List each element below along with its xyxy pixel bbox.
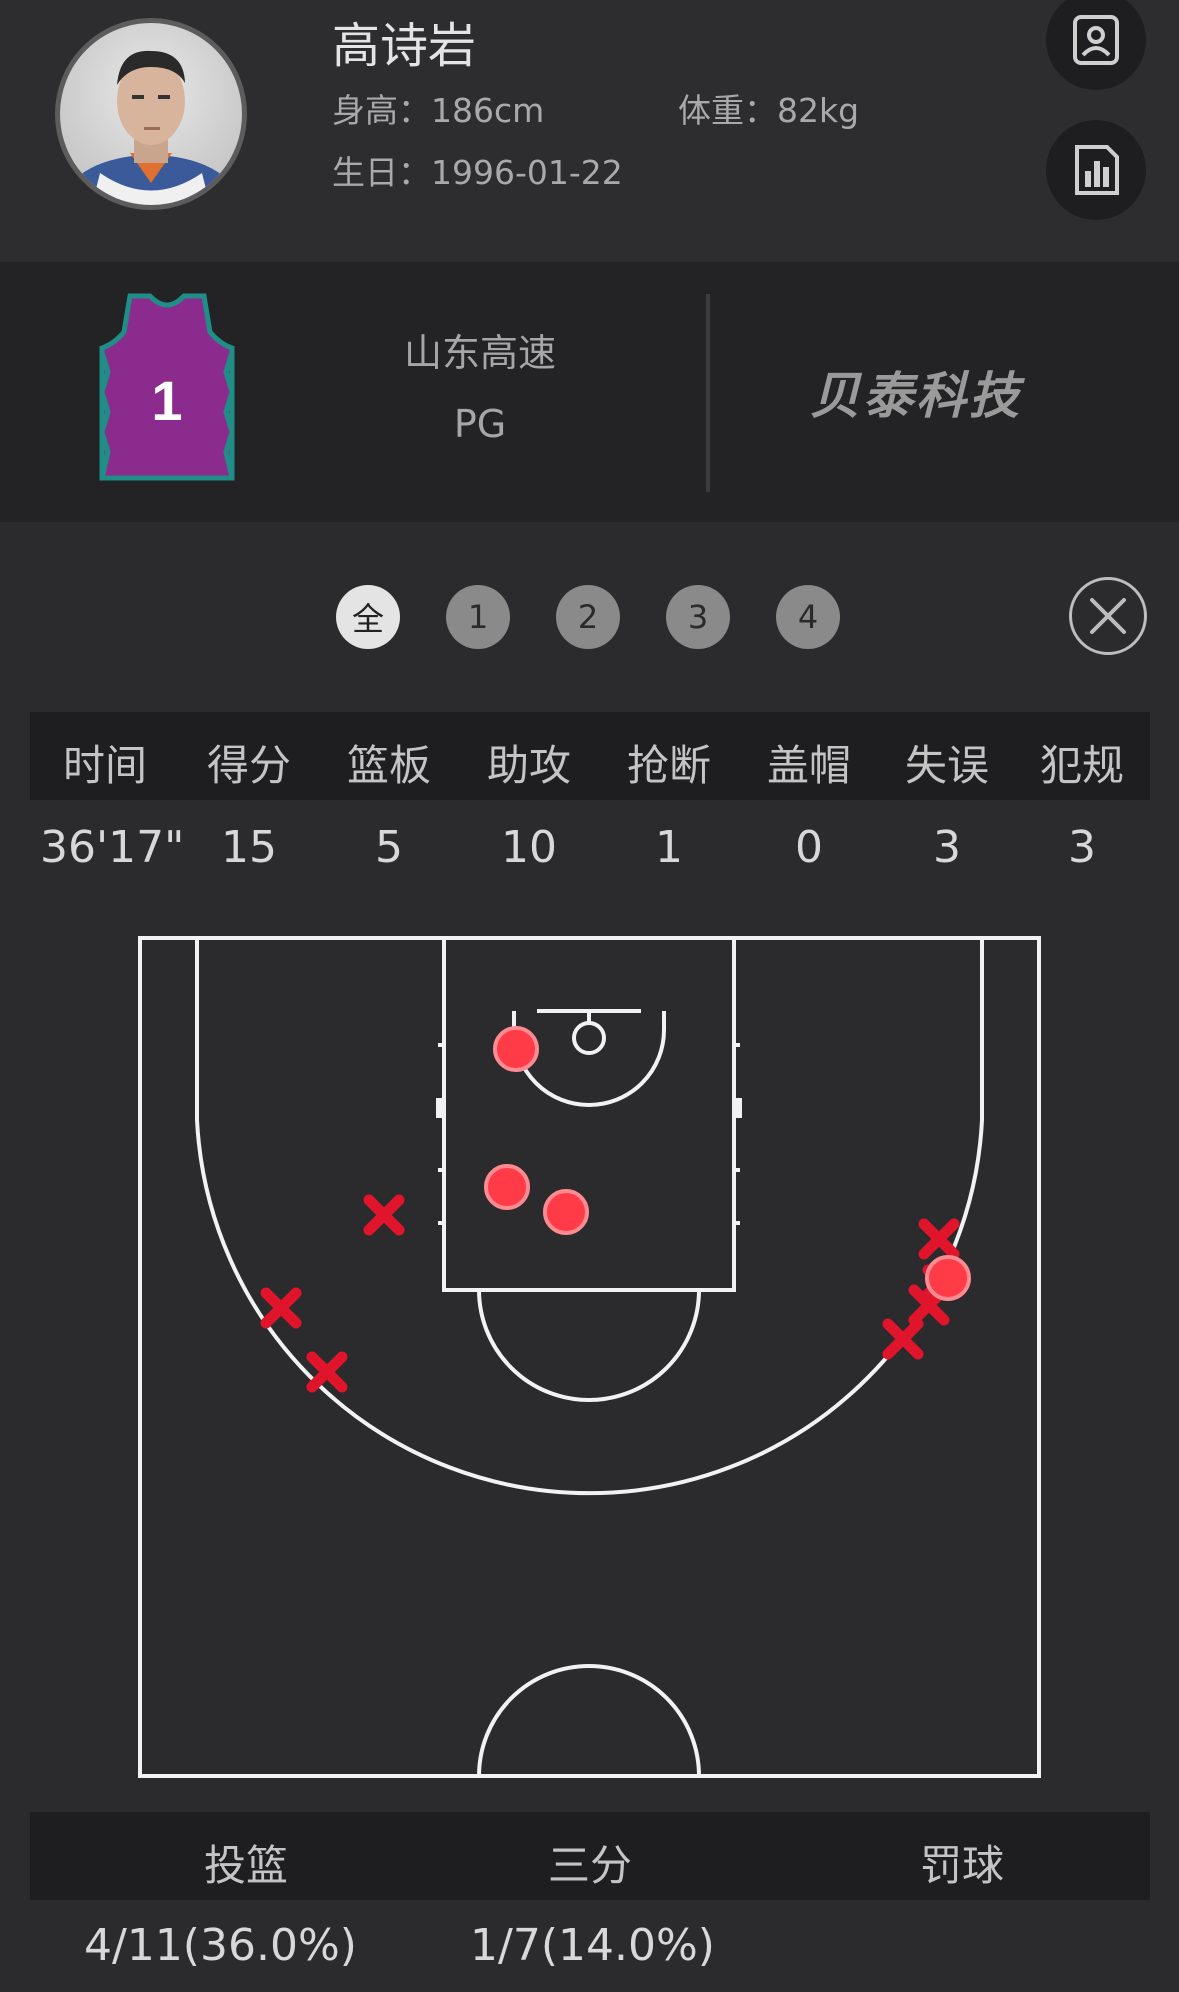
stat-header-steals: 抢断 <box>626 741 711 790</box>
shooting-header-ft: 罚球 <box>919 1841 1004 1890</box>
missed-shot-marker <box>922 1264 958 1300</box>
close-button[interactable] <box>1069 577 1147 655</box>
missed-shot-marker <box>260 1287 302 1329</box>
bar-chart-icon <box>1075 145 1119 195</box>
made-shot-marker <box>543 1189 589 1235</box>
missed-shots <box>260 1194 960 1393</box>
stat-steals: 1 <box>655 822 683 873</box>
court-lines <box>138 936 1041 1778</box>
stat-turnovers: 3 <box>933 822 961 873</box>
stats-value-row: 36'17" 15 5 10 1 0 3 3 <box>30 800 1150 890</box>
made-shot-marker <box>925 1255 971 1301</box>
quarter-tab-all[interactable]: 全 <box>336 585 400 649</box>
stat-blocks: 0 <box>795 822 823 873</box>
stat-header-blocks: 盖帽 <box>766 741 851 790</box>
stat-points: 15 <box>221 822 277 873</box>
quarter-tab-1[interactable]: 1 <box>446 585 510 649</box>
made-shots <box>484 1026 971 1301</box>
jersey-number: 1 <box>151 369 182 432</box>
stat-header-assists: 助攻 <box>486 741 571 790</box>
stat-header-turnovers: 失误 <box>904 741 989 790</box>
stat-fouls: 3 <box>1068 822 1096 873</box>
stat-header-points: 得分 <box>206 741 291 790</box>
missed-shot-marker <box>882 1318 924 1360</box>
quarter-tab-4[interactable]: 4 <box>776 585 840 649</box>
missed-shot-marker <box>363 1194 405 1236</box>
stat-header-rebounds: 篮板 <box>346 741 431 790</box>
shooting-header-row: 投篮 三分 罚球 <box>30 1812 1150 1900</box>
team-divider <box>706 294 710 492</box>
player-weight: 体重：82kg <box>678 91 860 130</box>
jersey-icon: 1 <box>99 293 235 481</box>
quarter-tab-2[interactable]: 2 <box>556 585 620 649</box>
player-header: 高诗岩 身高：186cm 体重：82kg 生日：1996-01-22 <box>0 0 1179 262</box>
stats-button[interactable] <box>1046 120 1146 220</box>
missed-shot-marker <box>306 1351 348 1393</box>
stat-rebounds: 5 <box>375 822 403 873</box>
player-birthday: 生日：1996-01-22 <box>332 153 623 192</box>
stat-time: 36'17" <box>40 822 185 873</box>
stats-header-row: 时间 得分 篮板 助攻 抢断 盖帽 失误 犯规 <box>30 712 1150 800</box>
shooting-header-3pt: 三分 <box>547 1841 632 1890</box>
profile-button[interactable] <box>1046 0 1146 90</box>
missed-shot-marker <box>908 1284 950 1326</box>
made-shot-marker <box>484 1164 530 1210</box>
made-shot-marker <box>493 1026 539 1072</box>
player-name: 高诗岩 <box>332 18 477 74</box>
brand-logo: 贝泰科技 <box>810 367 1022 425</box>
player-photo <box>65 50 237 205</box>
stat-header-fouls: 犯规 <box>1039 741 1124 790</box>
shooting-fg-value: 4/11(36.0%) <box>84 1920 357 1971</box>
missed-shot-marker <box>918 1218 960 1260</box>
player-position: PG <box>453 402 507 446</box>
shooting-header-fg: 投篮 <box>203 1841 288 1890</box>
close-icon <box>1090 598 1126 634</box>
stat-header-time: 时间 <box>62 741 147 790</box>
player-height: 身高：186cm <box>332 91 545 130</box>
stat-assists: 10 <box>501 822 557 873</box>
quarter-tab-3[interactable]: 3 <box>666 585 730 649</box>
team-name: 山东高速 <box>403 331 556 375</box>
profile-card-icon <box>1073 15 1119 65</box>
shooting-3pt-value: 1/7(14.0%) <box>470 1920 715 1971</box>
player-avatar <box>55 18 247 210</box>
